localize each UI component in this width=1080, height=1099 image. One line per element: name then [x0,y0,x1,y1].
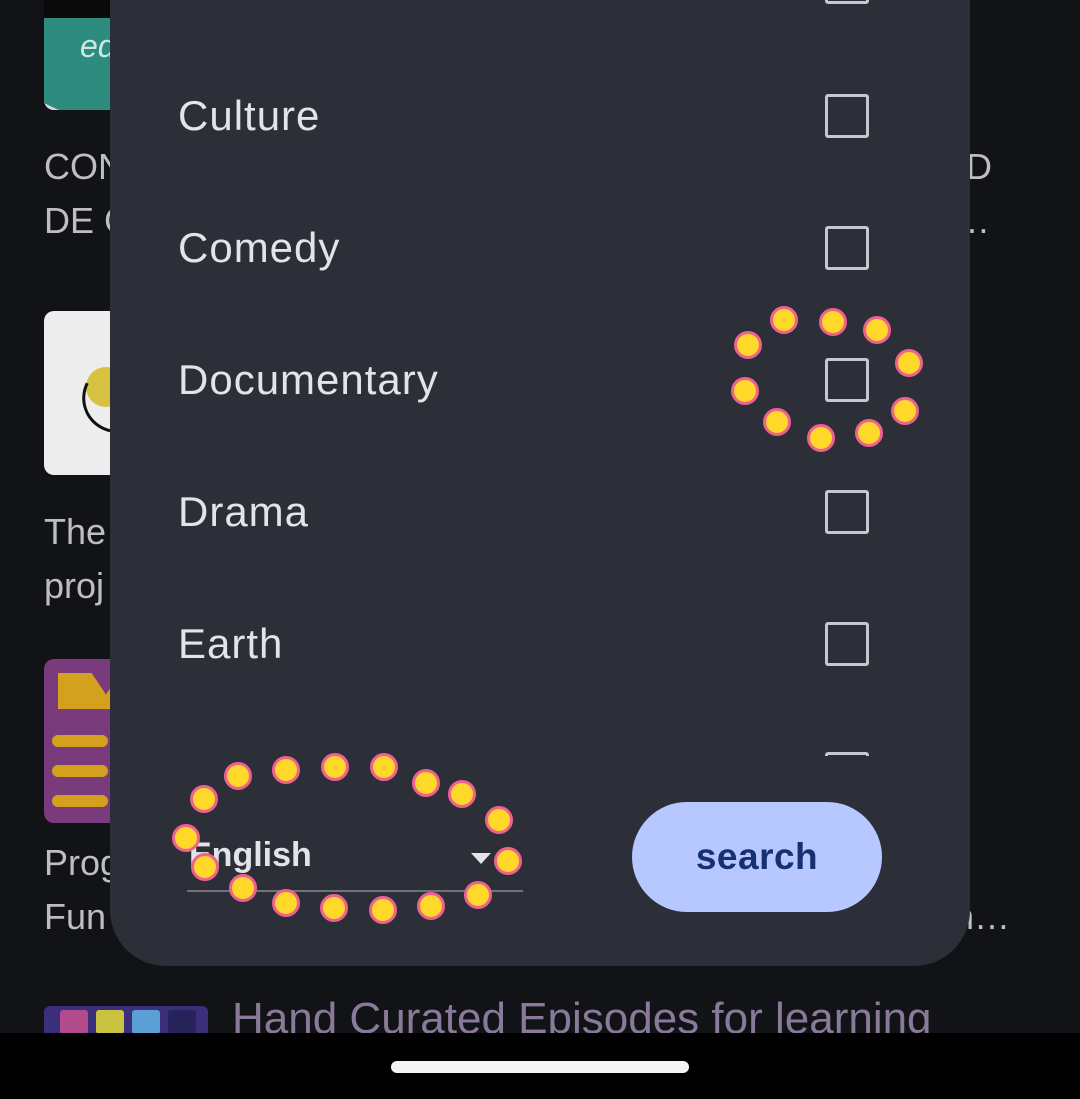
item-title-line[interactable]: Prog [44,836,120,890]
touch-marker [320,894,348,922]
thumbnail-tile [60,1010,88,1034]
touch-marker [229,874,257,902]
touch-marker [807,424,835,452]
touch-marker [734,331,762,359]
podcast-thumbnail[interactable] [44,1006,208,1034]
category-row[interactable]: Culture [110,50,970,182]
touch-marker [272,756,300,784]
category-label: Drama [178,488,310,535]
thumbnail-tile [96,1010,124,1034]
touch-marker [819,308,847,336]
search-button[interactable]: search [632,802,882,912]
touch-marker [731,377,759,405]
thumbnail-tile [132,1010,160,1034]
system-navigation-bar [0,1033,1080,1099]
thumbnail-tile [168,1010,196,1034]
category-checkbox[interactable] [825,490,869,534]
touch-marker [855,419,883,447]
category-checkbox[interactable] [825,226,869,270]
category-label: Earth [178,620,284,667]
category-filter-dialog: Culture Comedy Documentary Drama Earth E… [110,0,970,966]
home-gesture-handle[interactable] [391,1061,689,1073]
category-label: Comedy [178,224,341,271]
touch-marker [190,785,218,813]
item-title-line[interactable]: The [44,505,106,559]
category-checkbox[interactable] [825,358,869,402]
touch-marker [172,824,200,852]
touch-marker [370,753,398,781]
touch-marker [494,847,522,875]
category-checkbox[interactable] [825,94,869,138]
category-list[interactable]: Culture Comedy Documentary Drama Earth [110,0,970,756]
category-checkbox[interactable] [825,0,869,4]
category-row[interactable]: Drama [110,446,970,578]
touch-marker [464,881,492,909]
touch-marker [763,408,791,436]
dropdown-caret-icon [471,853,491,864]
touch-marker [191,853,219,881]
touch-marker [321,753,349,781]
category-label: Culture [178,92,321,139]
touch-marker [891,397,919,425]
touch-marker [770,306,798,334]
thumbnail-line [52,735,108,747]
category-row[interactable]: Comedy [110,182,970,314]
category-row[interactable] [110,710,970,756]
item-title-line[interactable]: proj [44,559,104,613]
item-title-line[interactable]: Fun [44,890,106,944]
category-label: Documentary [178,356,439,403]
thumbnail-line [52,765,108,777]
touch-marker [417,892,445,920]
thumbnail-line [52,795,108,807]
touch-marker [895,349,923,377]
category-checkbox[interactable] [825,752,869,756]
category-row[interactable]: Earth [110,578,970,710]
touch-marker [448,780,476,808]
category-checkbox[interactable] [825,622,869,666]
touch-marker [485,806,513,834]
touch-marker [369,896,397,924]
touch-marker [412,769,440,797]
touch-marker [224,762,252,790]
touch-marker [863,316,891,344]
touch-marker [272,889,300,917]
category-row[interactable]: Documentary [110,314,970,446]
